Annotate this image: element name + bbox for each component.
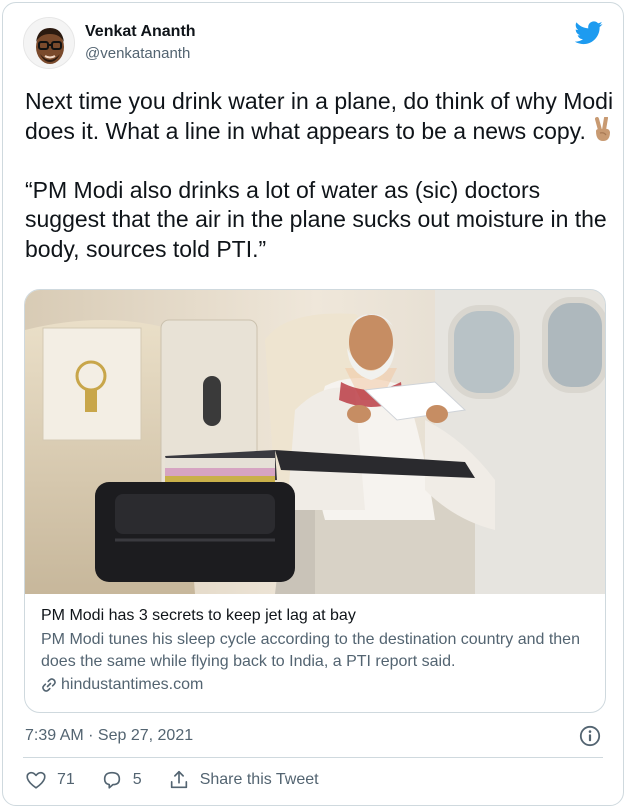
tweet-actions: 71 5 Share this Tweet bbox=[25, 769, 345, 791]
info-icon[interactable] bbox=[579, 725, 601, 747]
tweet-header: Venkat Ananth @venkatananth bbox=[23, 17, 196, 69]
tweet-text: Next time you drink water in a plane, do… bbox=[25, 87, 615, 264]
author-names: Venkat Ananth @venkatananth bbox=[85, 22, 196, 64]
link-card[interactable]: PM Modi has 3 secrets to keep jet lag at… bbox=[24, 289, 606, 713]
reply-bubble-icon bbox=[103, 771, 120, 789]
card-image[interactable] bbox=[25, 290, 605, 594]
share-icon bbox=[170, 770, 187, 789]
tweet-text-main: Next time you drink water in a plane, do… bbox=[25, 88, 620, 144]
heart-icon bbox=[26, 771, 46, 789]
divider bbox=[23, 757, 603, 758]
link-icon bbox=[42, 678, 56, 692]
card-domain[interactable]: hindustantimes.com bbox=[41, 676, 597, 694]
tweet-card: Venkat Ananth @venkatananth Next time yo… bbox=[2, 2, 624, 806]
victory-hand-emoji-icon bbox=[592, 115, 614, 143]
card-description: PM Modi tunes his sleep cycle according … bbox=[41, 631, 580, 670]
share-label: Share this Tweet bbox=[199, 771, 319, 788]
tweet-quote: “PM Modi also drinks a lot of water as (… bbox=[25, 176, 614, 262]
card-domain-label: hindustantimes.com bbox=[61, 676, 204, 693]
avatar[interactable] bbox=[23, 17, 75, 69]
card-meta: PM Modi has 3 secrets to keep jet lag at… bbox=[41, 606, 597, 694]
card-title[interactable]: PM Modi has 3 secrets to keep jet lag at… bbox=[41, 606, 597, 626]
reply-button[interactable]: 5 bbox=[101, 769, 142, 791]
like-count: 71 bbox=[57, 771, 75, 788]
user-handle[interactable]: @venkatananth bbox=[85, 44, 196, 64]
share-button[interactable]: Share this Tweet bbox=[168, 769, 319, 791]
display-name[interactable]: Venkat Ananth bbox=[85, 22, 196, 42]
reply-count: 5 bbox=[132, 771, 142, 788]
twitter-bird-icon[interactable] bbox=[575, 21, 603, 45]
tweet-timestamp[interactable]: 7:39 AM · Sep 27, 2021 bbox=[25, 727, 193, 745]
like-button[interactable]: 71 bbox=[25, 769, 75, 791]
